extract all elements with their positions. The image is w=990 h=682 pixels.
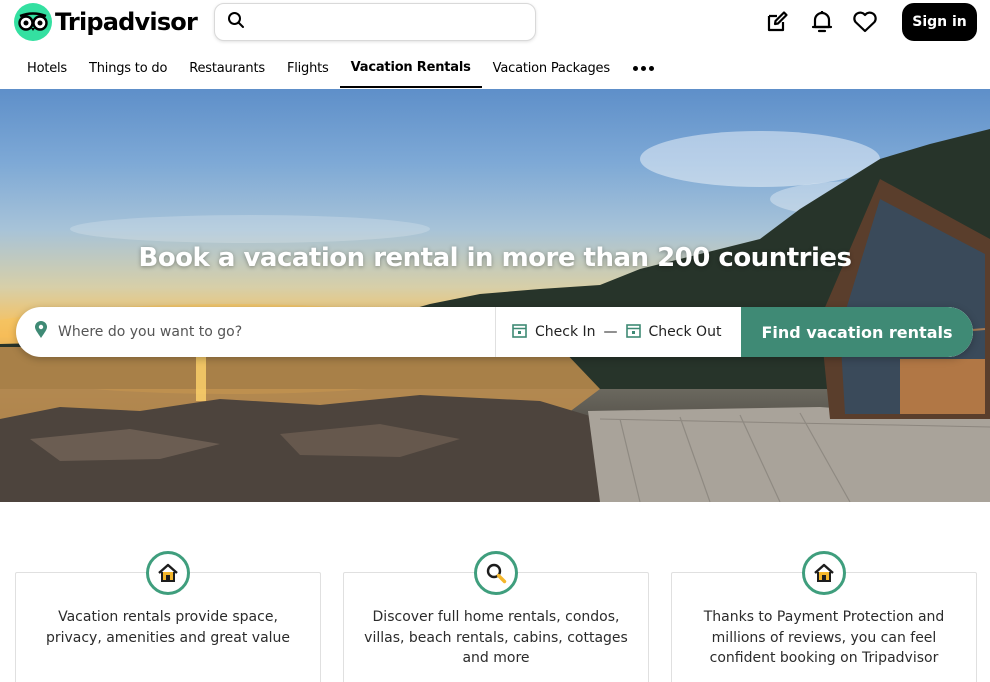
- destination-input[interactable]: [58, 324, 478, 340]
- date-separator: —: [603, 324, 618, 340]
- check-out-label: Check Out: [648, 324, 722, 340]
- check-in-label: Check In: [535, 324, 596, 340]
- owl-logo-icon: [14, 3, 52, 41]
- search-icon: [227, 11, 245, 34]
- find-vacation-rentals-button[interactable]: Find vacation rentals: [741, 307, 973, 357]
- more-dots-icon[interactable]: [621, 48, 666, 88]
- feature-text: Vacation rentals provide space, privacy,…: [45, 609, 291, 646]
- destination-field[interactable]: [16, 307, 496, 357]
- category-nav: Hotels Things to do Restaurants Flights …: [16, 48, 666, 88]
- top-header: Tripadvisor Sign in: [0, 0, 990, 44]
- bell-icon[interactable]: [808, 8, 836, 36]
- nav-item-hotels[interactable]: Hotels: [16, 48, 78, 88]
- brand-name: Tripadvisor: [55, 8, 198, 36]
- calendar-icon: [512, 323, 527, 342]
- hero-background-image: [0, 129, 990, 502]
- check-in-button[interactable]: Check In: [512, 323, 596, 342]
- house-icon: [802, 551, 846, 595]
- map-pin-icon: [34, 320, 48, 344]
- magnifier-icon: [474, 551, 518, 595]
- header-search-box[interactable]: [214, 3, 536, 41]
- edit-icon[interactable]: [763, 8, 791, 36]
- nav-item-things-to-do[interactable]: Things to do: [78, 48, 178, 88]
- hero-title: Book a vacation rental in more than 200 …: [138, 243, 852, 273]
- feature-text: Discover full home rentals, condos, vill…: [364, 609, 628, 666]
- sign-in-button[interactable]: Sign in: [902, 3, 977, 41]
- check-out-button[interactable]: Check Out: [625, 323, 722, 342]
- tripadvisor-logo[interactable]: Tripadvisor: [14, 3, 198, 41]
- rental-search-bar: Check In — Check Out Find vacation renta…: [16, 307, 973, 357]
- hero-banner: Book a vacation rental in more than 200 …: [0, 89, 990, 502]
- date-range: Check In — Check Out: [496, 307, 742, 357]
- calendar-icon: [625, 323, 641, 342]
- heart-icon[interactable]: [851, 8, 879, 36]
- nav-item-vacation-rentals[interactable]: Vacation Rentals: [339, 48, 482, 88]
- feature-text: Thanks to Payment Protection and million…: [703, 609, 945, 666]
- header-search-input[interactable]: [253, 7, 535, 37]
- nav-item-flights[interactable]: Flights: [276, 48, 340, 88]
- nav-item-vacation-packages[interactable]: Vacation Packages: [482, 48, 621, 88]
- house-icon: [146, 551, 190, 595]
- nav-item-restaurants[interactable]: Restaurants: [178, 48, 276, 88]
